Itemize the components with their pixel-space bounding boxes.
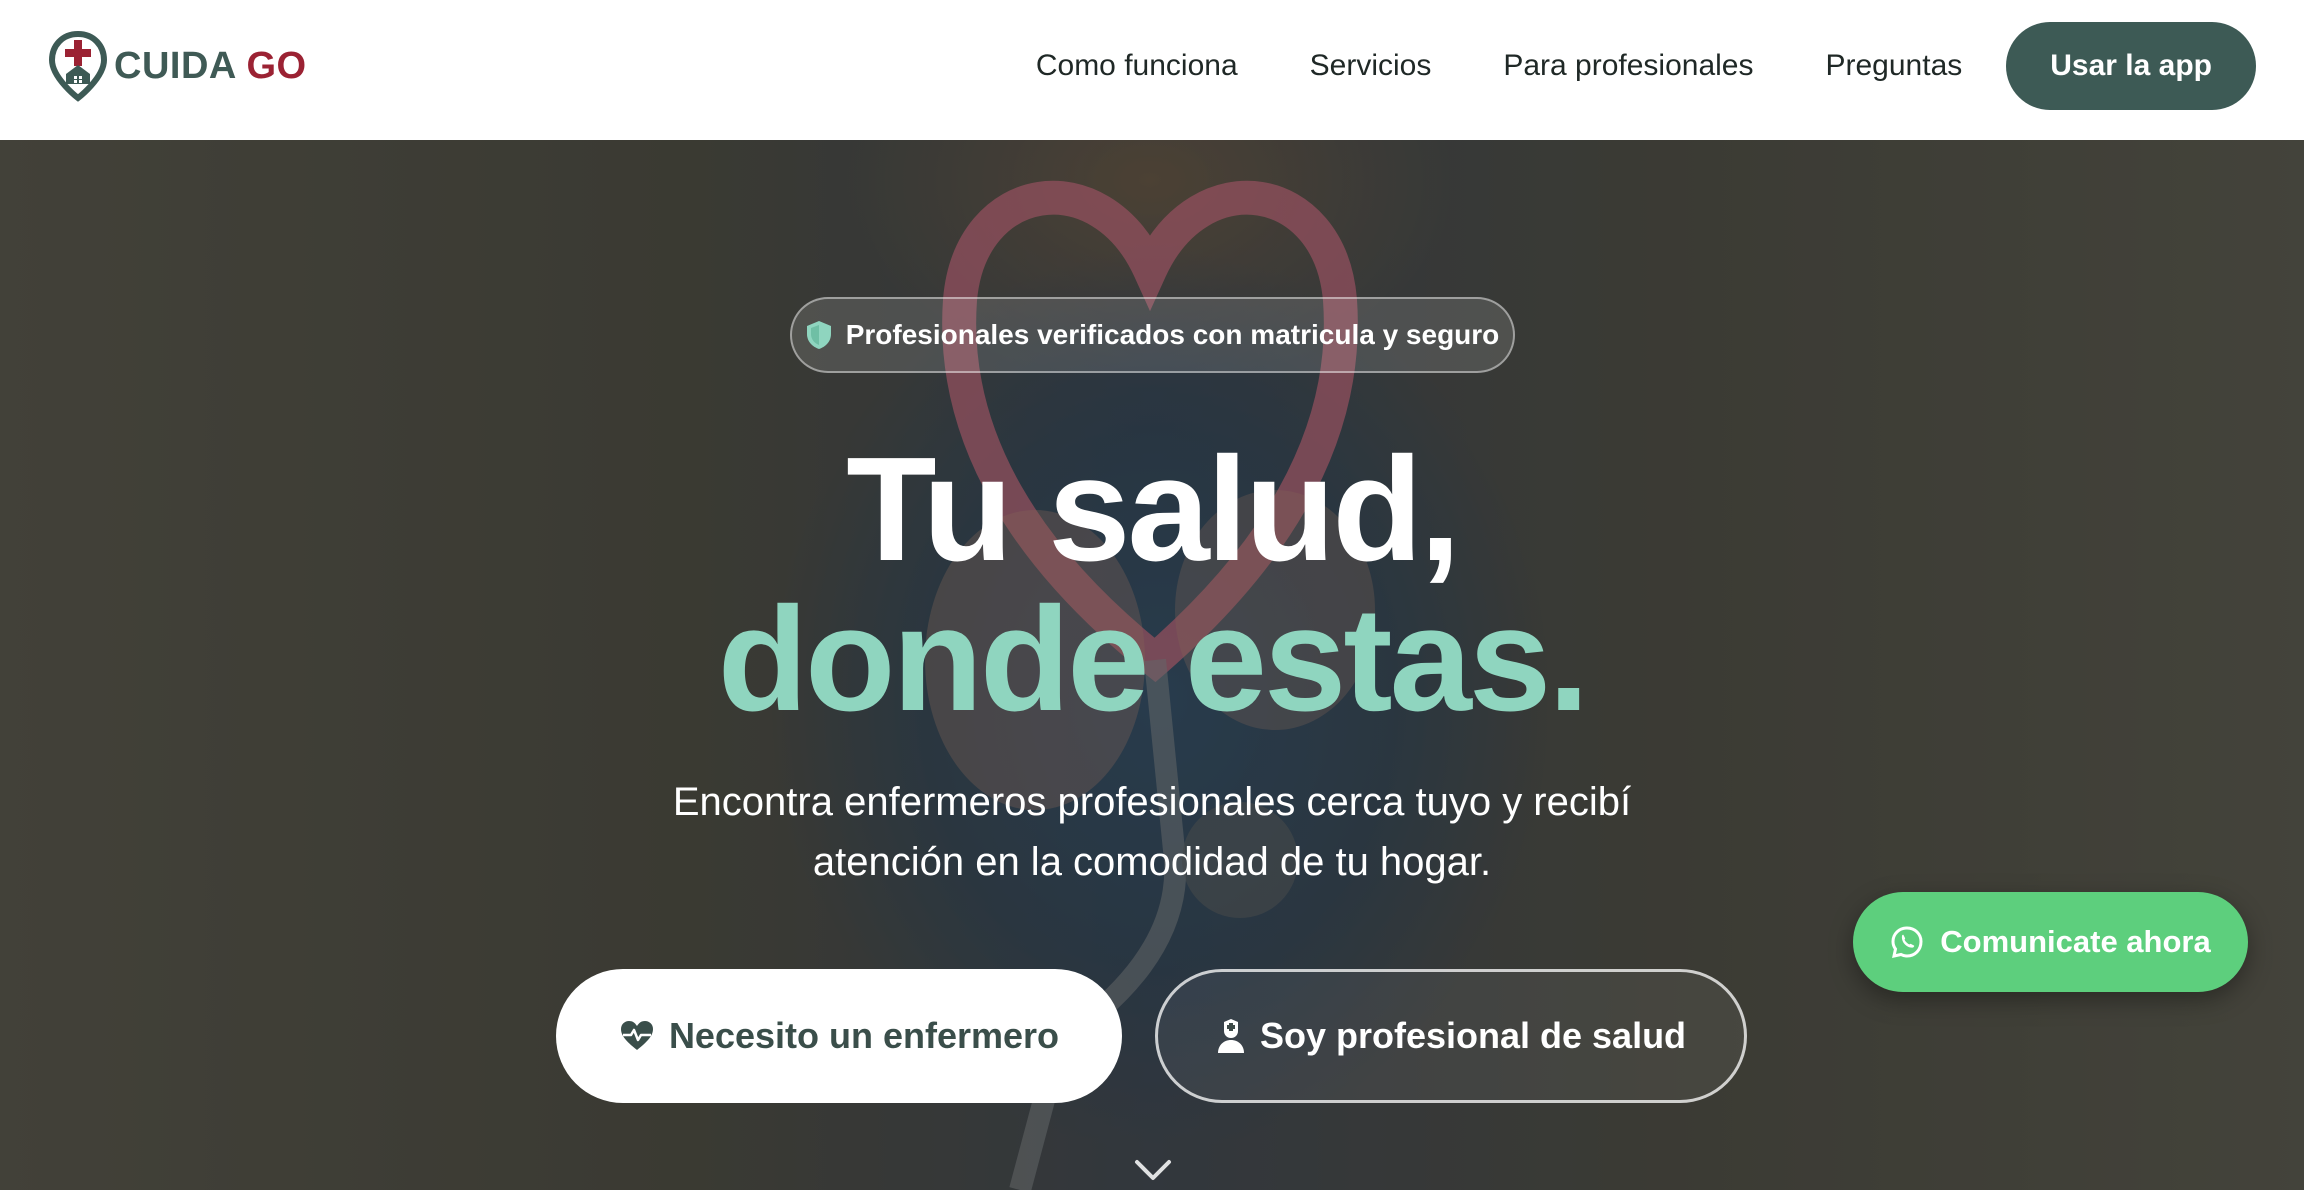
- shield-icon: [806, 320, 832, 350]
- need-nurse-button[interactable]: Necesito un enfermero: [556, 969, 1122, 1103]
- nurse-icon: [1216, 1018, 1246, 1054]
- verified-badge: Profesionales verificados con matricula …: [790, 297, 1515, 373]
- health-professional-button[interactable]: Soy profesional de salud: [1155, 969, 1747, 1103]
- brand-name-part2: GO: [246, 44, 307, 87]
- hero-section: Profesionales verificados con matricula …: [0, 140, 2304, 1190]
- use-app-button[interactable]: Usar la app: [2006, 22, 2256, 110]
- hero-subtitle-line1: Encontra enfermeros profesionales cerca …: [672, 780, 1632, 824]
- nav-link-preguntas[interactable]: Preguntas: [1826, 49, 1963, 83]
- health-professional-label: Soy profesional de salud: [1259, 1015, 1687, 1056]
- whatsapp-label: Comunicate ahora: [1940, 924, 2211, 959]
- chevron-down-icon[interactable]: [1133, 1158, 1173, 1189]
- brand-name-part1: CUIDA: [114, 44, 236, 87]
- hero-subtitle: Encontra enfermeros profesionales cerca …: [560, 772, 1744, 892]
- main-nav: Como funciona Servicios Para profesional…: [1036, 22, 2256, 110]
- whatsapp-icon: [1890, 925, 1924, 959]
- nav-link-para-profesionales[interactable]: Para profesionales: [1503, 49, 1753, 83]
- location-pin-cross-icon: [48, 30, 108, 102]
- need-nurse-label: Necesito un enfermero: [668, 1015, 1060, 1056]
- hero-title-line2: donde estas.: [717, 577, 1590, 742]
- brand-logo[interactable]: CUIDA GO: [48, 30, 307, 102]
- nav-link-servicios[interactable]: Servicios: [1310, 49, 1432, 83]
- badge-text: Profesionales verificados con matricula …: [845, 319, 1500, 350]
- heart-pulse-icon: [619, 1020, 655, 1052]
- hero-subtitle-line2: atención en la comodidad de tu hogar.: [812, 840, 1492, 884]
- whatsapp-contact-button[interactable]: Comunicate ahora: [1853, 892, 2248, 992]
- nav-link-como-funciona[interactable]: Como funciona: [1036, 49, 1238, 83]
- site-header: CUIDA GO Como funciona Servicios Para pr…: [0, 0, 2304, 140]
- hero-title-line1: Tu salud,: [846, 427, 1461, 592]
- brand-name: CUIDA GO: [114, 45, 307, 88]
